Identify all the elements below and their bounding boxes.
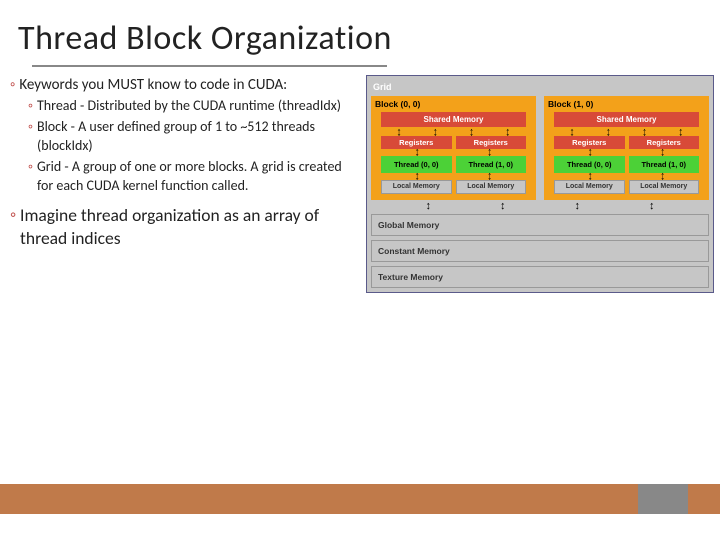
cuda-diagram: Grid Block (0, 0) Shared Memory ↕↕↕↕ Reg… <box>366 75 714 293</box>
list-item: ◦ Keywords you MUST know to code in CUDA… <box>10 75 360 95</box>
bullet-icon: ◦ <box>28 158 33 177</box>
arrow-icon: ↕↕ <box>554 149 699 156</box>
shared-memory: Shared Memory <box>381 112 526 127</box>
arrow-icon: ↕↕↕↕ <box>381 129 526 136</box>
text-column: ◦ Keywords you MUST know to code in CUDA… <box>10 75 360 293</box>
arrow-icon: ↕↕ <box>381 149 526 156</box>
block-box: Block (0, 0) Shared Memory ↕↕↕↕ Register… <box>371 96 536 200</box>
list-item: ◦ Grid - A group of one or more blocks. … <box>28 158 360 196</box>
constant-memory-bar: Constant Memory <box>371 240 709 262</box>
arrow-icon: ↕↕ <box>554 173 699 180</box>
block-box: Block (1, 0) Shared Memory ↕↕↕↕ Register… <box>544 96 709 200</box>
bullet-icon: ◦ <box>28 118 33 137</box>
bullet-text: Block - A user defined group of 1 to ~51… <box>37 118 360 156</box>
shared-memory: Shared Memory <box>554 112 699 127</box>
block-label: Block (0, 0) <box>375 99 532 109</box>
footer-accent <box>638 484 688 514</box>
grid-label: Grid <box>373 82 709 92</box>
slide-title: Thread Block Organization <box>0 0 720 65</box>
list-item: ◦ Thread - Distributed by the CUDA runti… <box>28 97 360 116</box>
list-item: ◦ Block - A user defined group of 1 to ~… <box>28 118 360 156</box>
content-area: ◦ Keywords you MUST know to code in CUDA… <box>0 67 720 293</box>
bullet-text: Keywords you MUST know to code in CUDA: <box>19 75 287 95</box>
block-label: Block (1, 0) <box>548 99 705 109</box>
arrow-icon: ↕↕ <box>381 173 526 180</box>
list-item: ◦ Imagine thread organization as an arra… <box>10 204 360 251</box>
bullet-text: Imagine thread organization as an array … <box>20 204 360 251</box>
bullet-text: Grid - A group of one or more blocks. A … <box>37 158 360 196</box>
bullet-icon: ◦ <box>10 204 16 227</box>
texture-memory-bar: Texture Memory <box>371 266 709 288</box>
arrow-icon: ↕↕↕↕ <box>391 202 689 211</box>
footer-bar <box>0 484 720 514</box>
global-memory-bar: Global Memory <box>371 214 709 236</box>
arrow-icon: ↕↕↕↕ <box>554 129 699 136</box>
bullet-icon: ◦ <box>10 75 15 95</box>
diagram-column: Grid Block (0, 0) Shared Memory ↕↕↕↕ Reg… <box>366 75 714 293</box>
bullet-icon: ◦ <box>28 97 33 116</box>
bullet-text: Thread - Distributed by the CUDA runtime… <box>37 97 341 116</box>
